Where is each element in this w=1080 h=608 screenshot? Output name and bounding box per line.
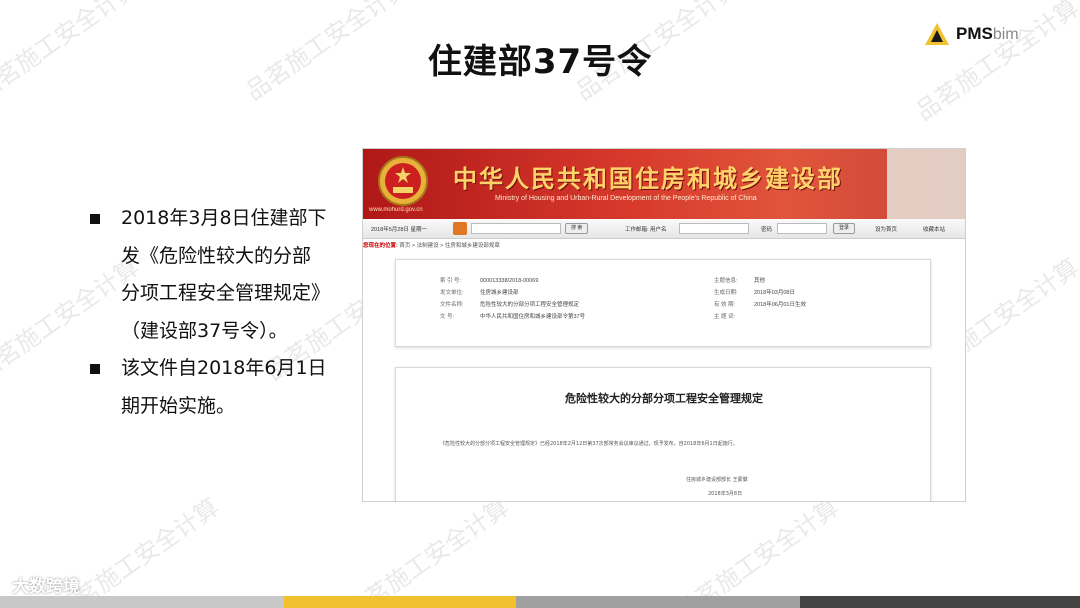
footer-bar-3 (516, 596, 800, 608)
meta-row: 主题信息: 其他 (714, 278, 766, 284)
document-title: 危险性较大的分部分项工程安全管理规定 (565, 392, 763, 405)
document-signature: 住房城乡建设部部长 王蒙徽 (686, 477, 748, 483)
footer-bar-1 (0, 596, 284, 608)
breadcrumb: 您现在的位置: 首页 > 法制建设 > 住房和城乡建设部规章 (363, 241, 500, 249)
bullet-text: 该文件自2018年6月1日期开始实施。 (121, 357, 327, 417)
breadcrumb-label: 您现在的位置: (363, 243, 398, 249)
meta-row: 索 引 号: 000013338/2018-00069 (440, 278, 539, 284)
footer-credit: 大数跨境 (12, 577, 80, 597)
bullet-text: 2018年3月8日住建部下发《危险性较大的分部分项工程安全管理规定》（建设部37… (121, 207, 327, 342)
set-home-link[interactable]: 设为首页 (875, 225, 897, 233)
username-input[interactable] (679, 223, 749, 234)
search-input[interactable] (471, 223, 561, 234)
bullet-list: 2018年3月8日住建部下发《危险性较大的分部分项工程安全管理规定》（建设部37… (88, 200, 328, 425)
meta-row: 文 号: 中华人民共和国住房和城乡建设部令第37号 (440, 314, 586, 320)
site-name-en: Ministry of Housing and Urban-Rural Deve… (495, 195, 757, 202)
meta-row: 生成日期: 2018年03月08日 (714, 290, 795, 296)
document-body: 《危险性较大的分部分项工程安全管理规定》已经2018年2月12日第37次部常务会… (440, 441, 738, 447)
meta-row: 文件名称: 危险性较大的分部分项工程安全管理规定 (440, 302, 580, 308)
document-content: 危险性较大的分部分项工程安全管理规定 《危险性较大的分部分项工程安全管理规定》已… (395, 367, 931, 501)
mail-label: 工作邮箱: 用户名 (625, 227, 667, 233)
login-button[interactable]: 登录 (833, 223, 856, 234)
mohurd-webpage-screenshot: www.mohurd.gov.cn 中华人民共和国住房和城乡建设部 Minist… (362, 148, 966, 502)
slide-title: 住建部37号令 (427, 42, 653, 82)
toolbar-date: 2018年5月28日 星期一 (371, 227, 427, 233)
meta-row: 发文单位: 住房城乡建设部 (440, 290, 519, 296)
breadcrumb-path[interactable]: 首页 > 法制建设 > 住房和城乡建设部规章 (399, 243, 500, 249)
national-emblem-icon (378, 156, 428, 206)
site-toolbar: 2018年5月28日 星期一 搜 索 工作邮箱: 用户名 密码 登录 设为首页 … (363, 219, 965, 239)
bullet-item: 该文件自2018年6月1日期开始实施。 (88, 350, 328, 425)
search-icon[interactable] (453, 222, 467, 235)
site-banner: www.mohurd.gov.cn 中华人民共和国住房和城乡建设部 Minist… (363, 149, 965, 219)
favorite-link[interactable]: 收藏本站 (923, 225, 945, 233)
bullet-item: 2018年3月8日住建部下发《危险性较大的分部分项工程安全管理规定》（建设部37… (88, 200, 328, 350)
square-bullet-icon (90, 214, 100, 224)
site-url: www.mohurd.gov.cn (369, 207, 423, 213)
meta-row: 主 题 词: (714, 314, 736, 320)
search-button[interactable]: 搜 索 (565, 223, 589, 234)
square-bullet-icon (90, 364, 100, 374)
password-input[interactable] (777, 223, 827, 234)
document-date: 2018年3月8日 (708, 491, 743, 497)
logo-triangle-icon (925, 23, 949, 45)
footer-bar-4 (800, 596, 1080, 608)
document-metadata: 索 引 号: 000013338/2018-00069 发文单位: 住房城乡建设部 … (395, 259, 931, 347)
site-name: 中华人民共和国住房和城乡建设部 (453, 165, 843, 193)
watermark: 品茗施工安全计算 (670, 493, 845, 608)
meta-row: 有 效 期: 2018年06月01日生效 (714, 302, 806, 308)
logo-text: PMSbim (956, 24, 1019, 43)
pmsbim-logo: PMSbim (924, 20, 1019, 48)
watermark: 品茗施工安全计算 (340, 493, 515, 608)
footer-bar-2 (284, 596, 516, 608)
building-photo (887, 149, 965, 219)
password-label: 密码 (761, 227, 773, 233)
